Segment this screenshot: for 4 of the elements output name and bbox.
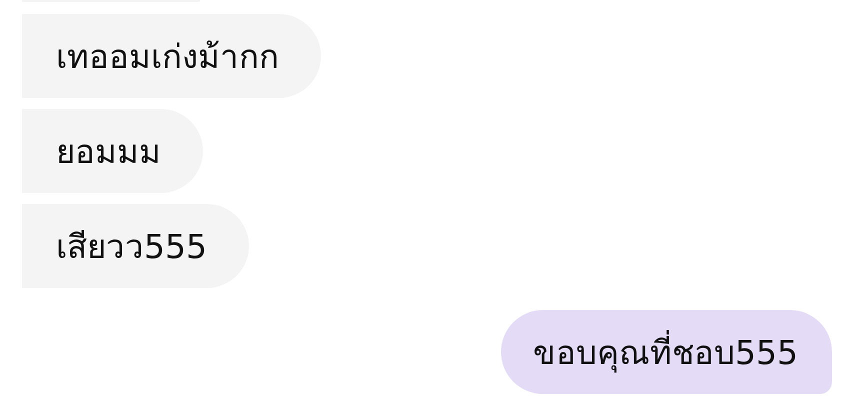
received-message-bubble: เสียวว555: [22, 204, 249, 288]
sent-message-bubble: ขอบคุณที่ชอบ555: [501, 310, 832, 394]
received-message-bubble: เทออมเก่งม้ากก: [22, 14, 321, 98]
received-message-bubble: ยอมมม: [22, 109, 203, 193]
